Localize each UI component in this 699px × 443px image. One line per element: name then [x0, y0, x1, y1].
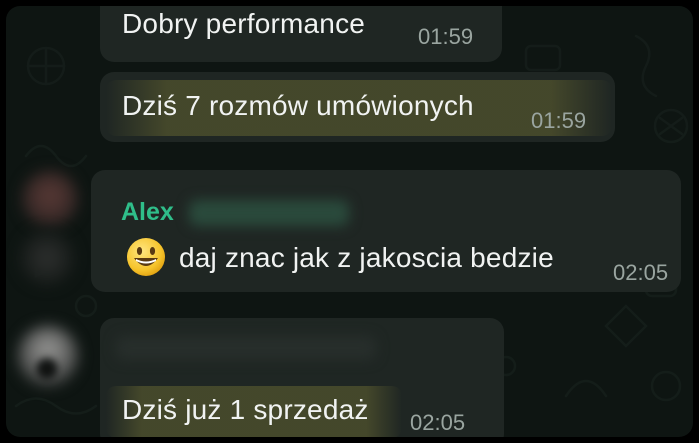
message-time: 02:05	[613, 260, 669, 285]
sender-name[interactable]: Alex	[121, 198, 174, 227]
message-time: 01:59	[531, 108, 587, 133]
avatar[interactable]	[36, 358, 58, 380]
message-time: 02:05	[410, 410, 466, 435]
message-text: daj znac jak z jakoscia bedzie	[179, 242, 554, 273]
smiley-emoji-icon	[127, 238, 165, 276]
message-text: Dobry performance	[122, 8, 366, 39]
chat-area: Dobry performance 01:59 Dziś 7 rozmów um…	[6, 6, 693, 437]
message-bubble[interactable]: Dziś już 1 sprzedaż 02:05	[100, 318, 504, 437]
message-text: Dziś już 1 sprzedaż	[122, 394, 369, 425]
message-bubble[interactable]: Dziś 7 rozmów umówionych 01:59	[100, 72, 615, 142]
redacted-content	[116, 336, 376, 360]
avatar[interactable]	[20, 231, 74, 285]
message-text: Dziś 7 rozmów umówionych	[122, 90, 474, 121]
message-bubble[interactable]: Alex daj znac jak z jakoscia bedzie 02:0…	[91, 170, 681, 292]
avatar[interactable]	[22, 171, 78, 227]
message-time: 01:59	[418, 24, 474, 49]
message-bubble[interactable]: Dobry performance 01:59	[100, 6, 502, 62]
redacted-sender-info	[189, 200, 349, 226]
